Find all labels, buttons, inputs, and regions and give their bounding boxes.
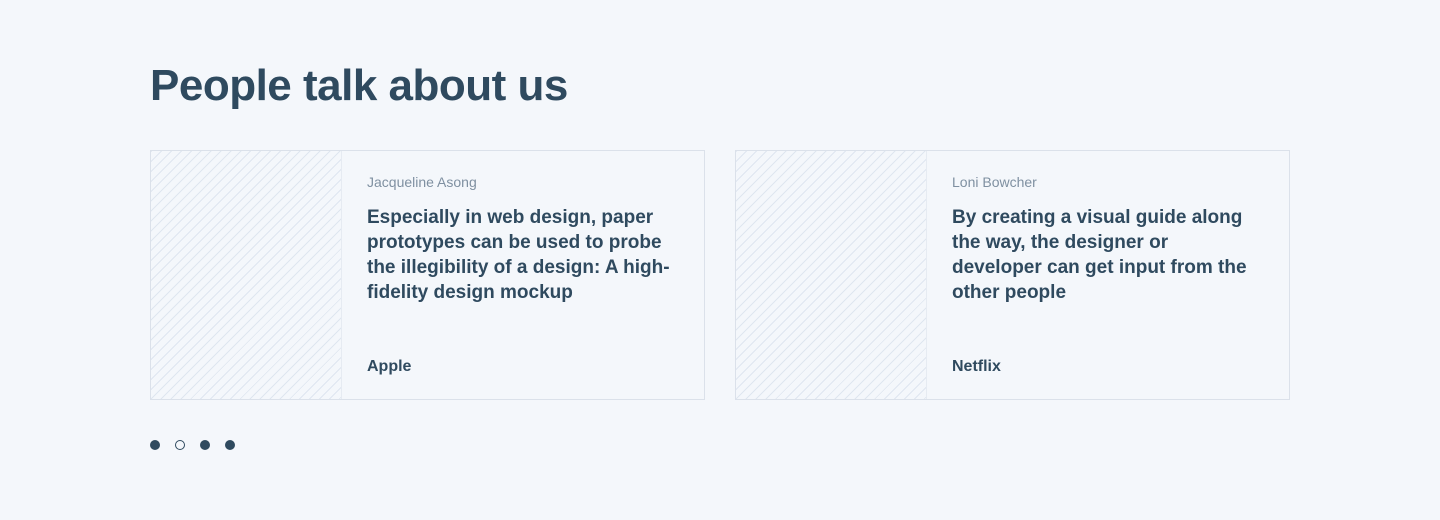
testimonial-image-placeholder: [736, 151, 927, 399]
pagination-dot-3[interactable]: [200, 440, 210, 450]
testimonial-quote: By creating a visual guide along the way…: [952, 207, 1247, 303]
testimonial-image-placeholder: [151, 151, 342, 399]
testimonial-company: Netflix: [952, 358, 1001, 375]
carousel-pagination: [150, 440, 235, 450]
testimonial-content: Loni Bowcher By creating a visual guide …: [927, 151, 1289, 399]
pagination-dot-1[interactable]: [150, 440, 160, 450]
testimonial-carousel: Jacqueline Asong Especially in web desig…: [150, 150, 1290, 400]
testimonial-card: Loni Bowcher By creating a visual guide …: [735, 150, 1290, 400]
section-title: People talk about us: [150, 61, 568, 110]
pagination-dot-2[interactable]: [175, 440, 185, 450]
testimonial-content: Jacqueline Asong Especially in web desig…: [342, 151, 704, 399]
testimonial-company: Apple: [367, 358, 412, 375]
testimonial-card: Jacqueline Asong Especially in web desig…: [150, 150, 705, 400]
testimonial-author: Loni Bowcher: [952, 174, 1037, 190]
testimonials-section: People talk about us Jacqueline Asong Es…: [0, 0, 1440, 520]
pagination-dot-4[interactable]: [225, 440, 235, 450]
testimonial-quote: Especially in web design, paper prototyp…: [367, 207, 670, 303]
testimonial-author: Jacqueline Asong: [367, 174, 477, 190]
